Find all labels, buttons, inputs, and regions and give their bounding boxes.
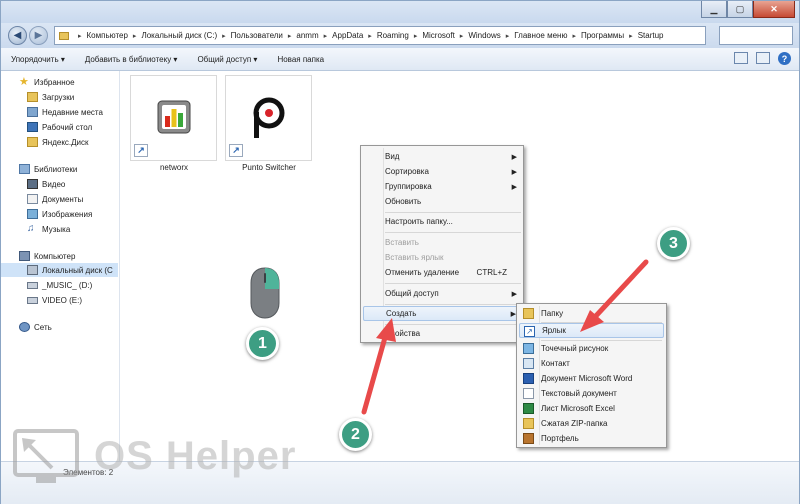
close-button[interactable]: ✕	[753, 1, 795, 18]
submenu-text-document[interactable]: Текстовый документ	[519, 386, 664, 401]
drive-icon	[27, 296, 38, 304]
submenu-contact[interactable]: Контакт	[519, 356, 664, 371]
nav-network[interactable]: Сеть	[19, 320, 136, 334]
title-bar: ▁ ▢ ✕	[1, 1, 799, 23]
excel-icon	[523, 403, 534, 414]
submenu-shortcut[interactable]: ↗ Ярлык	[519, 323, 664, 338]
networx-icon	[157, 100, 191, 134]
breadcrumb-start-menu[interactable]: Главное меню	[514, 31, 567, 40]
maximize-button[interactable]: ▢	[727, 1, 753, 18]
menu-paste-shortcut: Вставить ярлык	[385, 253, 444, 262]
menu-undo-delete[interactable]: Отменить удаление CTRL+Z	[363, 265, 521, 280]
downloads-folder-icon	[27, 92, 38, 102]
menu-customize-folder[interactable]: Настроить папку...	[363, 214, 521, 229]
step-badge-1: 1	[246, 327, 279, 360]
shortcut-arrow-icon: ↗	[229, 144, 243, 157]
address-bar[interactable]: ▸ Компьютер ▸ Локальный диск (C:) ▸ Пользо…	[54, 26, 706, 45]
nav-local-disk-c[interactable]: Локальный диск (C	[1, 263, 118, 277]
yandex-disk-folder-icon	[27, 137, 38, 147]
file-tile-networx[interactable]: ↗	[130, 75, 217, 161]
punto-switcher-icon	[253, 97, 285, 138]
video-library-icon	[27, 179, 38, 189]
minimize-button[interactable]: ▁	[701, 1, 727, 18]
help-icon[interactable]: ?	[778, 52, 791, 65]
nav-computer[interactable]: Компьютер	[19, 249, 136, 263]
add-to-library-button[interactable]: Добавить в библиотеку ▾	[75, 55, 188, 64]
file-name-networx: networx	[159, 163, 188, 172]
drive-icon	[27, 281, 38, 289]
folder-icon	[59, 31, 69, 40]
forward-button[interactable]: ▶	[29, 26, 48, 45]
mouse-icon	[250, 267, 280, 319]
organize-button[interactable]: Упорядочить ▾	[1, 55, 75, 64]
breadcrumb-startup[interactable]: Startup	[638, 31, 664, 40]
computer-icon	[19, 251, 30, 261]
breadcrumb-users[interactable]: Пользователи	[231, 31, 283, 40]
menu-group[interactable]: Группировка ▶	[363, 179, 521, 194]
navigation-pane: ★ Избранное Загрузки Недавние места Рабоч…	[1, 71, 120, 461]
os-helper-logo-icon	[13, 429, 79, 483]
menu-view[interactable]: Вид ▶	[363, 149, 521, 164]
menu-properties[interactable]: Свойства	[363, 326, 521, 341]
network-icon	[19, 322, 30, 332]
step-badge-2: 2	[339, 418, 372, 451]
watermark-text: OS Helper	[94, 434, 297, 478]
submenu-zip-folder[interactable]: Сжатая ZIP-папка	[519, 416, 664, 431]
paint-icon	[523, 343, 534, 354]
menu-create[interactable]: Создать ▶	[363, 306, 521, 321]
nav-libraries[interactable]: Библиотеки	[19, 162, 136, 176]
breadcrumb-windows[interactable]: Windows	[468, 31, 500, 40]
images-library-icon	[27, 209, 38, 219]
submenu-folder[interactable]: Папку	[519, 306, 664, 321]
desktop-icon	[27, 122, 38, 132]
documents-library-icon	[27, 194, 38, 204]
contact-icon	[523, 358, 534, 369]
word-icon	[523, 373, 534, 384]
star-icon: ★	[19, 76, 29, 88]
command-bar: Упорядочить ▾ Добавить в библиотеку ▾ Об…	[1, 48, 799, 71]
breadcrumb-appdata[interactable]: AppData	[332, 31, 363, 40]
shortcut-arrow-icon: ↗	[134, 144, 148, 157]
shortcut-icon: ↗	[524, 326, 535, 337]
back-arrow-icon: ◀	[13, 30, 22, 41]
share-button[interactable]: Общий доступ ▾	[187, 55, 267, 64]
breadcrumb-computer[interactable]: Компьютер	[87, 31, 128, 40]
step-badge-3: 3	[657, 227, 690, 260]
libraries-icon	[19, 164, 30, 174]
context-menu: Вид ▶ Сортировка ▶ Группировка ▶ Обновить Н…	[360, 145, 524, 343]
breadcrumb-roaming[interactable]: Roaming	[377, 31, 409, 40]
view-options-icon[interactable]	[734, 52, 748, 64]
nav-favorites[interactable]: ★ Избранное	[19, 75, 136, 89]
file-tile-punto-switcher[interactable]: ↗	[225, 75, 312, 161]
submenu-excel-sheet[interactable]: Лист Microsoft Excel	[519, 401, 664, 416]
address-row: ◀ ▶ ▸ Компьютер ▸ Локальный диск (C:) ▸ По…	[1, 23, 799, 48]
recent-places-icon	[27, 107, 38, 117]
forward-arrow-icon: ▶	[34, 30, 43, 41]
breadcrumb-programs[interactable]: Программы	[581, 31, 624, 40]
menu-refresh[interactable]: Обновить	[363, 194, 521, 209]
breadcrumb-local-disk[interactable]: Локальный диск (C:)	[141, 31, 217, 40]
text-document-icon	[523, 388, 534, 399]
music-library-icon: ♫	[27, 223, 35, 234]
submenu-briefcase[interactable]: Портфель	[519, 431, 664, 446]
os-helper-watermark: OS Helper	[12, 426, 312, 494]
folder-icon	[523, 308, 534, 319]
zip-folder-icon	[523, 418, 534, 429]
create-submenu: Папку ↗ Ярлык Точечный рисунок Контакт Д…	[516, 303, 667, 448]
search-input[interactable]	[719, 26, 793, 45]
system-drive-icon	[27, 265, 38, 275]
menu-sort[interactable]: Сортировка ▶	[363, 164, 521, 179]
menu-paste: Вставить	[385, 238, 419, 247]
back-button[interactable]: ◀	[8, 26, 27, 45]
preview-pane-icon[interactable]	[756, 52, 770, 64]
briefcase-icon	[523, 433, 534, 444]
submenu-word-document[interactable]: Документ Microsoft Word	[519, 371, 664, 386]
submenu-bitmap[interactable]: Точечный рисунок	[519, 341, 664, 356]
file-name-punto-switcher: Punto Switcher	[242, 163, 296, 172]
breadcrumb-microsoft[interactable]: Microsoft	[422, 31, 454, 40]
menu-share[interactable]: Общий доступ ▶	[363, 286, 521, 301]
breadcrumb-user[interactable]: anmm	[296, 31, 318, 40]
new-folder-button[interactable]: Новая папка	[267, 55, 334, 64]
